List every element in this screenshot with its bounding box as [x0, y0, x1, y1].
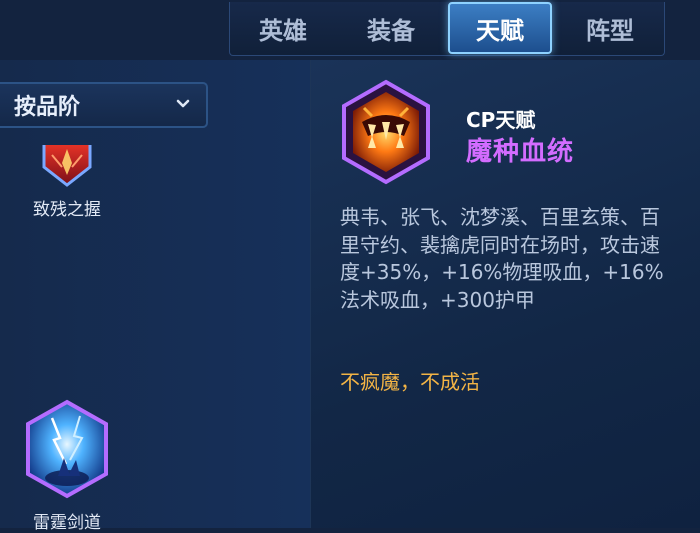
talent-item[interactable]: 致残之握 — [2, 133, 132, 220]
tab-bar: 英雄 装备 天赋 阵型 — [229, 2, 665, 56]
demon-maw-fire-icon — [342, 79, 430, 185]
talent-name: 雷霆剑道 — [33, 513, 101, 533]
tab-talents[interactable]: 天赋 — [448, 2, 552, 54]
talent-title: 魔种血统 — [466, 137, 575, 167]
tab-heroes[interactable]: 英雄 — [235, 2, 331, 54]
lightning-sword-talent-icon — [26, 399, 108, 499]
tab-label: 装备 — [367, 16, 415, 45]
tab-label: 天赋 — [476, 16, 524, 45]
talent-category: CP天赋 — [466, 108, 536, 132]
red-crystal-talent-icon — [42, 133, 92, 187]
talent-item[interactable]: 雷霆剑道 — [2, 398, 132, 533]
sort-dropdown-value: 按品阶 — [14, 95, 81, 120]
sort-dropdown[interactable]: 按品阶 — [0, 82, 208, 128]
tab-equipment[interactable]: 装备 — [343, 2, 439, 54]
tab-label: 阵型 — [586, 16, 634, 45]
tab-formation[interactable]: 阵型 — [562, 2, 658, 54]
talent-description: 典韦、张飞、沈梦溪、百里玄策、百里守约、裴擒虎同时在场时，攻击速度+35%，+1… — [340, 205, 664, 312]
talent-flavor-text: 不疯魔，不成活 — [340, 370, 480, 394]
tab-label: 英雄 — [259, 16, 307, 45]
chevron-down-icon — [176, 99, 190, 108]
talent-name: 致残之握 — [33, 200, 101, 220]
